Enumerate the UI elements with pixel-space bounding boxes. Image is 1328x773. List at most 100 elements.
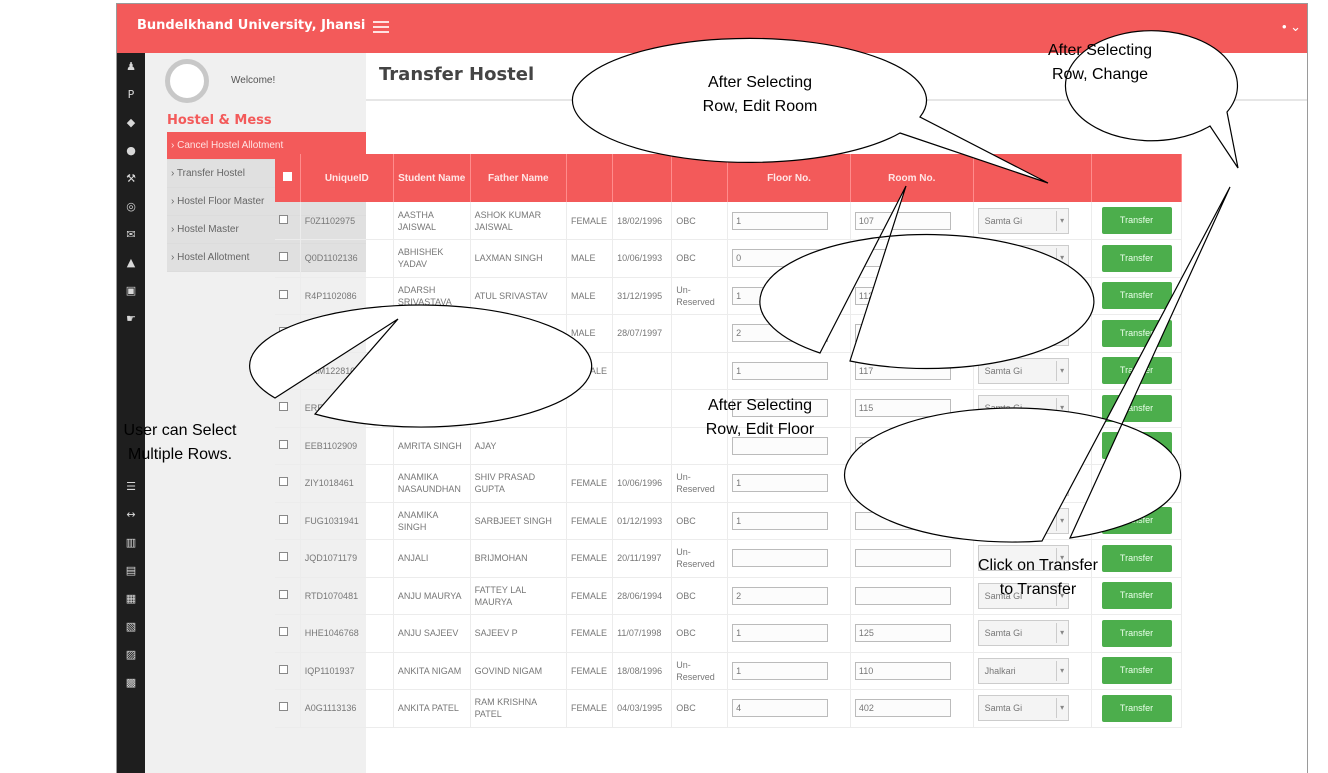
floor-input[interactable]: 1: [732, 624, 829, 643]
room-input[interactable]: 2: [854, 249, 951, 268]
nav-icon[interactable]: ♟: [117, 53, 145, 81]
row-checkbox[interactable]: [275, 689, 301, 728]
floor-input[interactable]: 0: [732, 249, 829, 268]
room-input[interactable]: [854, 586, 951, 605]
row-checkbox[interactable]: [275, 652, 301, 690]
table-row[interactable]: HHE1046768 ANJU SAJEEV SAJEEV P FEMALE 11/07…: [275, 614, 1182, 653]
hostel-select[interactable]: OBC Boys ▾: [977, 245, 1069, 272]
room-input[interactable]: 209: [854, 324, 951, 343]
room-input[interactable]: [854, 549, 951, 568]
nav-icon[interactable]: [117, 361, 145, 389]
callout-select-multiple-text: User can Select Multiple Rows.: [123, 422, 237, 463]
hostel-select[interactable]: Samta Gi ▾: [977, 432, 1069, 459]
floor-input[interactable]: 1: [732, 286, 829, 305]
transfer-button[interactable]: Transfer: [1101, 507, 1172, 535]
hostel-select[interactable]: Samta Gi ▾: [977, 395, 1069, 422]
floor-input[interactable]: 1: [732, 211, 829, 230]
cell-name: AMRITA SINGH: [393, 427, 471, 465]
transfer-button[interactable]: Transfer: [1101, 207, 1172, 234]
room-input[interactable]: 117: [854, 361, 951, 380]
room-input[interactable]: 202: [854, 436, 951, 455]
nav-icon[interactable]: ▥: [117, 529, 145, 557]
table-row[interactable]: R4P1102086 ADARSH SRIVASTAVA ATUL SRIVASTA…: [275, 277, 1182, 315]
floor-input[interactable]: 1: [732, 474, 829, 493]
nav-icon[interactable]: ●: [117, 137, 145, 165]
nav-icon[interactable]: ☰: [117, 473, 145, 501]
nav-icon[interactable]: ◆: [117, 109, 145, 137]
hostel-select[interactable]: Samta Gi ▾: [977, 470, 1069, 497]
table-row[interactable]: FUG1031941 ANAMIKA SINGH SARBJEET SINGH FEM…: [275, 502, 1182, 540]
hostel-select[interactable]: Samta ▾: [977, 320, 1069, 347]
nav-icon[interactable]: ▨: [117, 641, 145, 669]
hostel-select[interactable]: ▾: [977, 507, 1069, 534]
row-checkbox[interactable]: [275, 577, 301, 615]
room-input[interactable]: 107: [854, 211, 951, 230]
table-row[interactable]: A0G1113136 ANKITA PATEL RAM KRISHNA PATEL F…: [275, 689, 1182, 728]
room-input[interactable]: 125: [854, 624, 951, 643]
table-row[interactable]: RFN1102007 AKHIL KUMAR ASHOK KUMAR MALE 28/0…: [275, 314, 1182, 353]
floor-input[interactable]: 1: [732, 661, 829, 680]
room-input[interactable]: [854, 511, 951, 530]
floor-input[interactable]: 1: [732, 361, 829, 380]
nav-icon[interactable]: ⚒: [117, 165, 145, 193]
room-input[interactable]: 402: [854, 699, 951, 718]
hostel-select[interactable]: Jhalkari ▾: [977, 657, 1069, 684]
hostel-select-value: Samta Gi: [984, 628, 1023, 639]
transfer-button[interactable]: Transfer: [1101, 432, 1172, 460]
nav-icon[interactable]: ▤: [117, 557, 145, 585]
nav-icon[interactable]: [117, 389, 145, 417]
hostel-select[interactable]: Samta Gi ▾: [977, 695, 1069, 722]
row-checkbox[interactable]: [275, 502, 301, 540]
user-menu-icon[interactable]: • ⌄: [1282, 19, 1301, 35]
room-input[interactable]: 115: [854, 399, 951, 418]
table-row[interactable]: GKM1228103 AMARWATI MULAYAM SINGH FEMALE 1 11…: [275, 352, 1182, 390]
nav-icon[interactable]: P: [117, 81, 145, 109]
floor-input[interactable]: 2: [732, 586, 829, 605]
nav-icon[interactable]: ▧: [117, 613, 145, 641]
transfer-button[interactable]: Transfer: [1101, 469, 1172, 497]
hostel-select[interactable]: Samta Gi ▾: [977, 620, 1069, 647]
hostel-select[interactable]: Samta Gi ▾: [977, 357, 1069, 384]
row-checkbox[interactable]: [275, 314, 301, 353]
row-checkbox[interactable]: [275, 202, 301, 240]
hostel-select[interactable]: Samta Gi ▾: [977, 207, 1069, 234]
brand-title[interactable]: Bundelkhand University, Jhansi: [137, 18, 365, 33]
table-row[interactable]: Q0D1102136 ABHISHEK YADAV LAXMAN SINGH MALE…: [275, 239, 1182, 278]
room-input[interactable]: 127: [854, 474, 951, 493]
transfer-button[interactable]: Transfer: [1101, 694, 1172, 722]
hamburger-menu-icon[interactable]: [373, 21, 389, 33]
transfer-button[interactable]: Transfer: [1101, 282, 1172, 310]
transfer-button[interactable]: Transfer: [1101, 357, 1172, 385]
nav-icon[interactable]: ▣: [117, 277, 145, 305]
hostel-select[interactable]: Lord Buc ▾: [977, 282, 1069, 309]
transfer-button[interactable]: Transfer: [1101, 244, 1172, 272]
row-checkbox[interactable]: [275, 614, 301, 653]
row-checkbox[interactable]: [275, 539, 301, 578]
floor-input[interactable]: [732, 549, 829, 568]
row-checkbox[interactable]: [275, 352, 301, 390]
select-all-checkbox[interactable]: [275, 154, 301, 202]
nav-icon[interactable]: ◎: [117, 193, 145, 221]
nav-icon[interactable]: [117, 333, 145, 361]
row-checkbox[interactable]: [275, 277, 301, 315]
row-checkbox[interactable]: [275, 464, 301, 503]
room-input[interactable]: 112: [854, 286, 951, 305]
nav-icon[interactable]: ↔: [117, 501, 145, 529]
nav-icon[interactable]: ▩: [117, 669, 145, 697]
nav-icon[interactable]: ▦: [117, 585, 145, 613]
nav-icon[interactable]: ▲: [117, 249, 145, 277]
transfer-button[interactable]: Transfer: [1101, 319, 1172, 347]
nav-icon[interactable]: ☛: [117, 305, 145, 333]
transfer-button[interactable]: Transfer: [1101, 619, 1172, 647]
floor-input[interactable]: 1: [732, 511, 829, 530]
table-row[interactable]: IQP1101937 ANKITA NIGAM GOVIND NIGAM FEMALE…: [275, 652, 1182, 690]
table-row[interactable]: F0Z1102975 AASTHA JAISWAL ASHOK KUMAR JAIS…: [275, 202, 1182, 240]
floor-input[interactable]: 2: [732, 324, 829, 343]
transfer-button[interactable]: Transfer: [1101, 394, 1172, 422]
row-checkbox[interactable]: [275, 239, 301, 278]
table-row[interactable]: ZIY1018461 ANAMIKA NASAUNDHAN SHIV PRASAD …: [275, 464, 1182, 503]
transfer-button[interactable]: Transfer: [1101, 657, 1172, 685]
floor-input[interactable]: 4: [732, 699, 829, 718]
nav-icon[interactable]: ✉: [117, 221, 145, 249]
room-input[interactable]: 110: [854, 661, 951, 680]
